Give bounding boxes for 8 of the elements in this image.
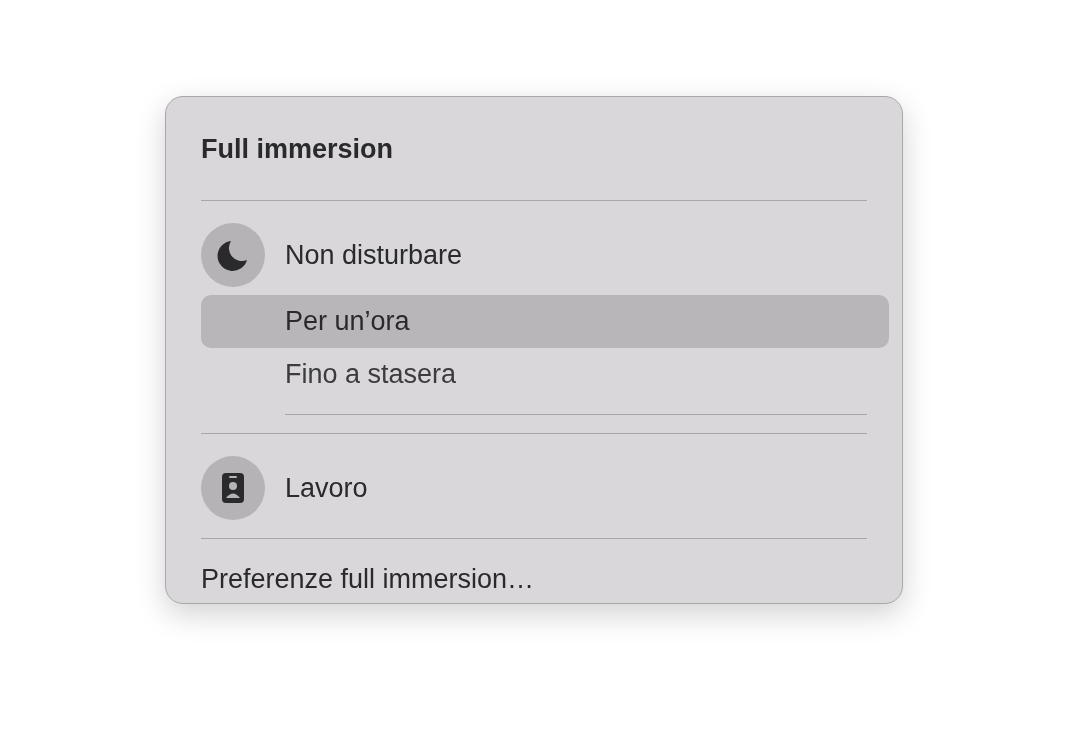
id-badge-icon [201,456,265,520]
duration-option[interactable]: Per un’ora [201,295,889,348]
focus-mode-item[interactable]: Non disturbare [201,223,867,287]
moon-icon [201,223,265,287]
duration-option[interactable]: Fino a stasera [201,348,889,401]
menu-title: Full immersion [201,133,395,166]
preferences-item[interactable]: Preferenze full immersion… [201,561,867,597]
focus-mode-item[interactable]: Lavoro [201,456,867,520]
